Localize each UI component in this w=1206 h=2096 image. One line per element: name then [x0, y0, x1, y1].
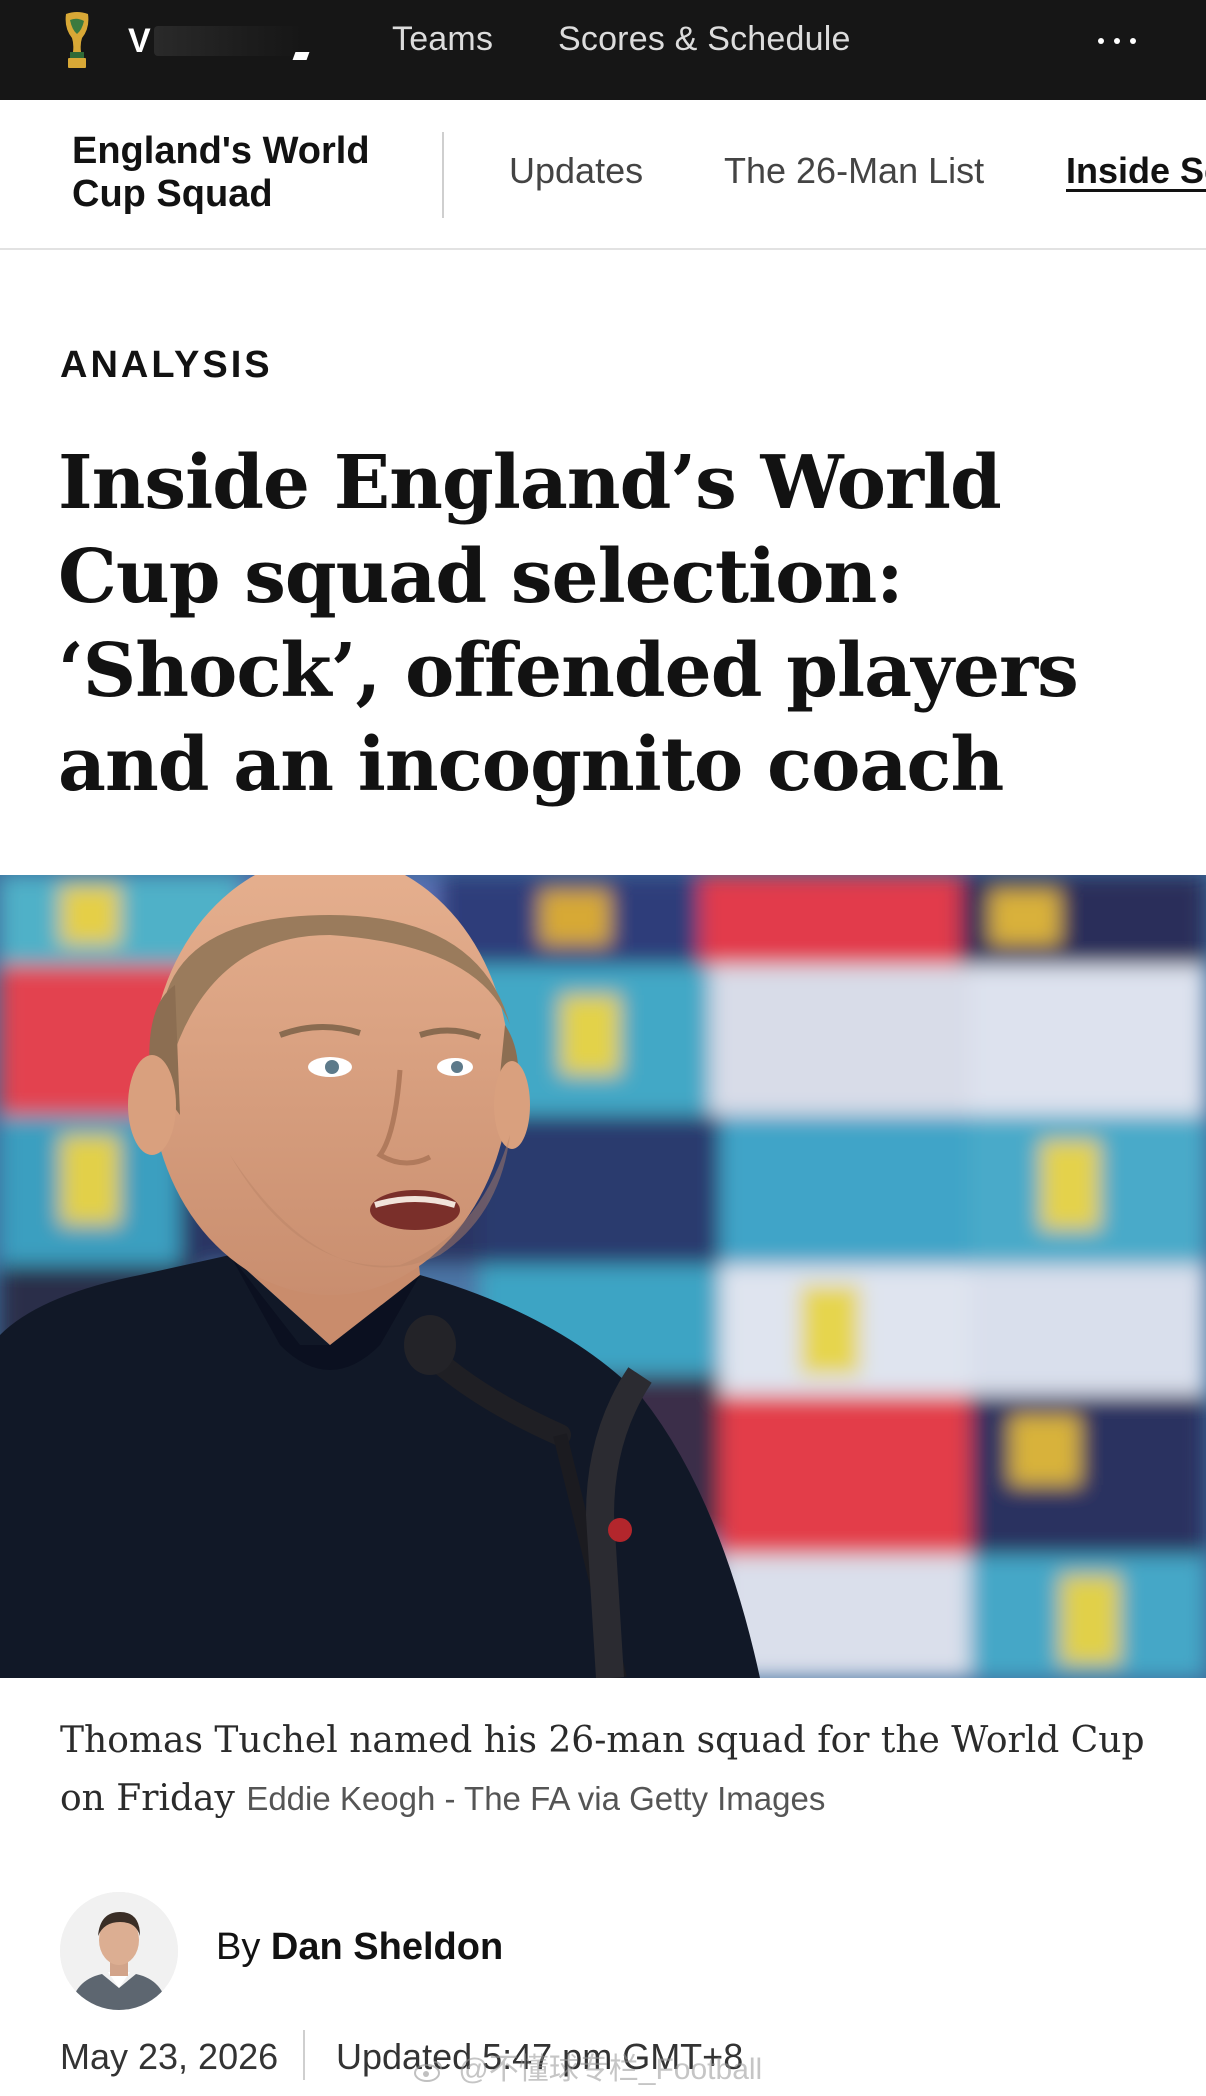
- site-brand-logo[interactable]: V: [124, 18, 334, 66]
- tab-26-man-list[interactable]: The 26-Man List: [724, 150, 984, 192]
- topnav-teams-link[interactable]: Teams: [392, 20, 493, 59]
- watermark: @不懂球专栏_Football: [414, 2044, 762, 2088]
- tab-updates[interactable]: Updates: [509, 150, 643, 192]
- byline-prefix: By: [216, 1926, 261, 1968]
- article-byline: By Dan Sheldon: [216, 1926, 503, 1969]
- weibo-icon: [414, 2061, 442, 2083]
- world-cup-trophy-icon[interactable]: [60, 12, 94, 72]
- author-avatar[interactable]: [60, 1892, 178, 2010]
- topnav-scores-schedule-link[interactable]: Scores & Schedule: [558, 20, 851, 59]
- brand-initial: V: [128, 22, 151, 60]
- photo-caption: Thomas Tuchel named his 26-man squad for…: [60, 1712, 1170, 1828]
- publish-date: May 23, 2026: [60, 2036, 279, 2077]
- section-navigation: England's World Cup Squad Updates The 26…: [0, 100, 1206, 250]
- hero-photo: [0, 875, 1206, 1678]
- watermark-text: @不懂球专栏_Football: [458, 2053, 763, 2086]
- meta-divider: [303, 2030, 305, 2080]
- more-dots-icon[interactable]: [1098, 38, 1136, 44]
- article-headline: Inside England’s World Cup squad selecti…: [58, 440, 1079, 808]
- author-name-link[interactable]: Dan Sheldon: [271, 1926, 503, 1968]
- subnav-divider: [442, 132, 444, 218]
- article-kicker: ANALYSIS: [60, 344, 273, 386]
- photo-credit: Eddie Keogh - The FA via Getty Images: [246, 1780, 826, 1817]
- section-title[interactable]: England's World Cup Squad: [72, 130, 412, 216]
- top-navigation-bar: V Teams Scores & Schedule: [0, 0, 1206, 100]
- tab-inside-squad-selection[interactable]: Inside Sc: [1066, 150, 1206, 192]
